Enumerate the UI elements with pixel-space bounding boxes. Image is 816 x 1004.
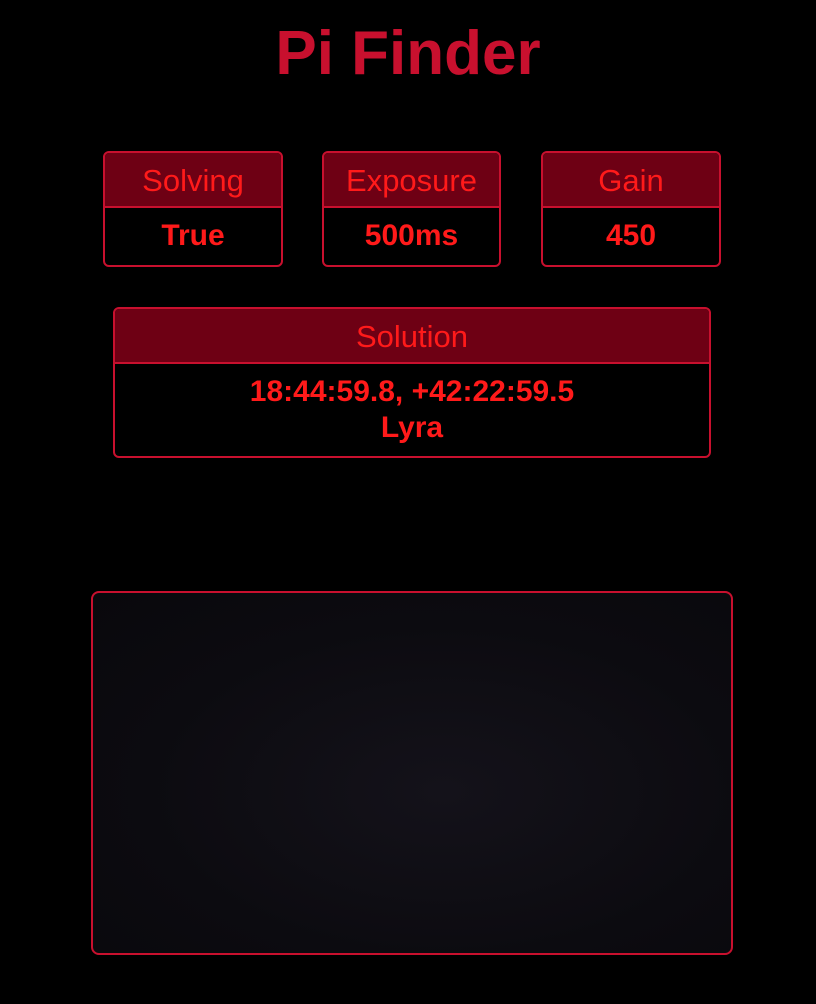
gain-label: Gain bbox=[543, 153, 719, 208]
exposure-status-card: Exposure 500ms bbox=[322, 151, 501, 267]
solving-label: Solving bbox=[105, 153, 281, 208]
solution-coordinates: 18:44:59.8, +42:22:59.5 bbox=[249, 375, 575, 408]
solving-value: True bbox=[161, 219, 225, 252]
pi-finder-page: Pi Finder Solving True Exposure 500ms Ga… bbox=[0, 0, 816, 1004]
solution-card: Solution 18:44:59.8, +42:22:59.5 Lyra bbox=[113, 307, 711, 458]
camera-image-panel bbox=[91, 591, 733, 955]
page-title: Pi Finder bbox=[275, 19, 541, 88]
solution-constellation: Lyra bbox=[380, 411, 444, 444]
gain-value: 450 bbox=[605, 219, 657, 252]
solution-body: 18:44:59.8, +42:22:59.5 Lyra bbox=[115, 364, 709, 446]
solution-label: Solution bbox=[115, 309, 709, 364]
exposure-label: Exposure bbox=[324, 153, 499, 208]
exposure-value: 500ms bbox=[364, 219, 459, 252]
gain-status-card: Gain 450 bbox=[541, 151, 721, 267]
solving-status-card: Solving True bbox=[103, 151, 283, 267]
